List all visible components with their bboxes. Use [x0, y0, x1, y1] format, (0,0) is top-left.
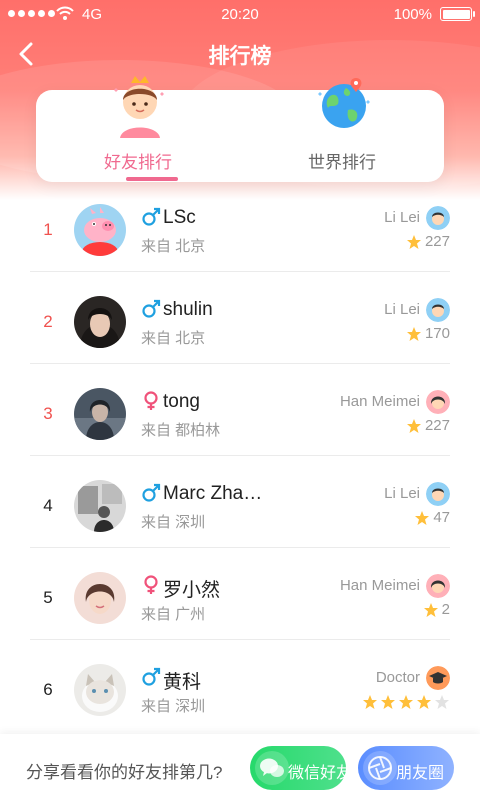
star-icon	[415, 510, 430, 525]
rank-number: 4	[43, 496, 53, 515]
partner-name: Li Lei	[384, 209, 420, 226]
partner-name: Li Lei	[384, 485, 420, 502]
user-location: 来自 广州	[141, 606, 206, 623]
rank-number: 6	[43, 680, 53, 699]
share-wechat-button[interactable]: 微信好友	[250, 746, 352, 790]
score-badge: 2	[423, 601, 450, 618]
partner-avatar	[426, 206, 450, 230]
page-title: 排行榜	[208, 45, 272, 68]
partner-name: Han Meimei	[339, 393, 420, 410]
rank-number: 1	[43, 220, 53, 239]
graduation-cap-icon	[426, 666, 450, 690]
partner-name: Han Meimei	[339, 577, 420, 594]
user-location: 来自 都柏林	[141, 422, 221, 439]
partner-name: Doctor	[375, 669, 420, 686]
user-avatar[interactable]	[74, 296, 126, 348]
user-avatar[interactable]	[74, 664, 126, 716]
male-icon	[142, 667, 161, 686]
male-icon	[142, 207, 161, 226]
score-badge: 170	[406, 325, 450, 342]
user-name: Marc Zha…	[163, 483, 263, 504]
user-name: shulin	[163, 299, 213, 320]
moments-label: 朋友圈	[396, 765, 445, 782]
score-badge: 227	[406, 417, 450, 434]
ranking-row[interactable]: 1 LSc 来自 北京 Li Lei 227	[0, 180, 480, 272]
star-rating	[362, 694, 450, 710]
tab-label: 好友排行	[104, 153, 172, 172]
wechat-icon	[255, 751, 289, 785]
user-avatar[interactable]	[74, 388, 126, 440]
user-avatar[interactable]	[74, 480, 126, 532]
tab-label: 世界排行	[308, 153, 376, 172]
score-value: 47	[433, 509, 450, 526]
score-value: 227	[424, 233, 450, 250]
score-value: 227	[424, 417, 450, 434]
female-icon	[144, 391, 158, 410]
status-bar: 4G 20:20 100%	[0, 0, 480, 28]
partner-name: Li Lei	[384, 301, 420, 318]
user-name: 罗小然	[163, 580, 221, 601]
user-location: 来自 北京	[141, 238, 206, 255]
ranking-row[interactable]: 6 黄科 来自 深圳 Doctor	[0, 640, 480, 732]
ranking-row[interactable]: 3 tong 来自 都柏林 Han Meimei 227	[0, 364, 480, 456]
ranking-tabs: 好友排行 世界排行	[36, 76, 444, 182]
share-bar: 分享看看你的好友排第几? 微信好友 朋友圈	[0, 734, 480, 800]
user-location: 来自 深圳	[141, 514, 206, 531]
star-icon	[381, 695, 395, 709]
battery-percent: 100%	[393, 6, 432, 23]
star-icon	[399, 695, 413, 709]
battery-icon	[440, 7, 475, 21]
star-icon	[406, 234, 421, 249]
crowned-boy-icon	[114, 76, 164, 138]
user-name: LSc	[163, 207, 196, 228]
score-value: 170	[424, 325, 450, 342]
wechat-label: 微信好友	[288, 765, 353, 782]
partner-avatar	[426, 390, 450, 414]
globe-icon	[318, 78, 370, 128]
score-badge: 47	[414, 509, 450, 526]
partner-avatar	[426, 574, 450, 598]
male-icon	[142, 483, 161, 502]
rank-number: 3	[43, 404, 53, 423]
moments-aperture-icon	[363, 751, 397, 785]
partner-avatar	[426, 482, 450, 506]
star-icon	[363, 695, 377, 709]
rank-number: 2	[43, 312, 53, 331]
user-location: 来自 深圳	[141, 698, 206, 715]
tab-world-ranking[interactable]: 世界排行	[240, 78, 444, 182]
tab-friends-ranking[interactable]: 好友排行	[36, 76, 240, 182]
star-icon	[423, 602, 438, 617]
ranking-row[interactable]: 5 罗小然 来自 广州 Han Meimei 2	[0, 548, 480, 640]
share-prompt: 分享看看你的好友排第几?	[26, 763, 223, 782]
share-moments-button[interactable]: 朋友圈	[358, 746, 454, 790]
rank-number: 5	[43, 588, 53, 607]
user-avatar[interactable]	[74, 572, 126, 624]
user-name: 黄科	[163, 672, 202, 693]
female-icon	[144, 575, 158, 594]
ranking-row[interactable]: 2 shulin 来自 北京 Li Lei 170	[0, 272, 480, 364]
user-location: 来自 北京	[141, 330, 206, 347]
score-badge: 227	[406, 233, 450, 250]
star-icon	[406, 418, 421, 433]
user-avatar[interactable]	[74, 204, 126, 256]
star-icon	[417, 695, 431, 709]
partner-avatar	[426, 298, 450, 322]
star-empty-icon	[435, 695, 449, 709]
star-icon	[406, 326, 421, 341]
score-value: 2	[441, 601, 450, 618]
user-name: tong	[163, 391, 200, 412]
ranking-row[interactable]: 4 Marc Zha… 来自 深圳 Li Lei 47	[0, 456, 480, 548]
male-icon	[142, 299, 161, 318]
